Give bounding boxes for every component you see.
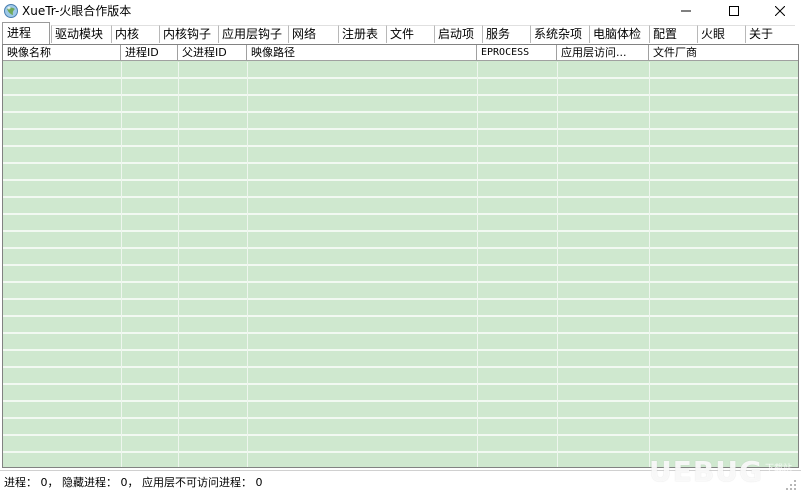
list-body — [3, 62, 798, 467]
column-header-parent-pid[interactable]: 父进程ID — [178, 45, 247, 61]
maximize-icon — [729, 6, 739, 16]
tab-services[interactable]: 服务 — [482, 25, 530, 43]
tab-system-misc[interactable]: 系统杂项 — [530, 25, 589, 43]
tab-app-hooks[interactable]: 应用层钩子 — [218, 25, 288, 43]
process-list[interactable]: 映像名称 进程ID 父进程ID 映像路径 EPROCESS 应用层访问... 文… — [2, 44, 799, 468]
tab-kernel[interactable]: 内核 — [111, 25, 159, 43]
list-header: 映像名称 进程ID 父进程ID 映像路径 EPROCESS 应用层访问... 文… — [3, 45, 798, 61]
column-divider — [178, 62, 179, 467]
app-globe-icon — [4, 4, 18, 18]
column-divider — [121, 62, 122, 467]
tab-driver-modules[interactable]: 驱动模块 — [51, 25, 111, 43]
process-count-status: 进程： 0， 隐藏进程： 0， 应用层不可访问进程： 0 — [4, 476, 263, 489]
status-bar: 进程： 0， 隐藏进程： 0， 应用层不可访问进程： 0 — [0, 470, 801, 494]
column-header-file-vendor[interactable]: 文件厂商 — [649, 45, 798, 61]
column-divider — [649, 62, 650, 467]
tab-huoyan[interactable]: 火眼 — [697, 25, 745, 43]
column-header-eprocess[interactable]: EPROCESS — [477, 45, 557, 61]
minimize-icon — [681, 10, 691, 12]
maximize-button[interactable] — [711, 0, 757, 22]
column-divider — [477, 62, 478, 467]
tab-strip: 进程 驱动模块 内核 内核钩子 应用层钩子 网络 注册表 文件 启动项 服务 系… — [0, 22, 801, 44]
tab-kernel-hooks[interactable]: 内核钩子 — [159, 25, 218, 43]
tab-pc-checkup[interactable]: 电脑体检 — [589, 25, 649, 43]
tab-startup[interactable]: 启动项 — [434, 25, 482, 43]
column-header-app-access[interactable]: 应用层访问... — [557, 45, 649, 61]
column-divider — [557, 62, 558, 467]
column-divider — [247, 62, 248, 467]
column-header-image-name[interactable]: 映像名称 — [3, 45, 121, 61]
minimize-button[interactable] — [663, 0, 709, 22]
window-title: XueTr-火眼合作版本 — [22, 4, 132, 18]
title-bar: XueTr-火眼合作版本 — [0, 0, 801, 22]
tab-network[interactable]: 网络 — [288, 25, 338, 43]
tab-config[interactable]: 配置 — [649, 25, 697, 43]
tab-process[interactable]: 进程 — [2, 22, 50, 44]
column-header-pid[interactable]: 进程ID — [121, 45, 178, 61]
tab-file[interactable]: 文件 — [386, 25, 434, 43]
column-header-image-path[interactable]: 映像路径 — [247, 45, 477, 61]
close-icon — [775, 6, 785, 16]
close-button[interactable] — [757, 0, 801, 22]
tab-registry[interactable]: 注册表 — [338, 25, 386, 43]
resize-grip-icon[interactable] — [785, 479, 797, 491]
tab-about[interactable]: 关于 — [745, 25, 795, 43]
